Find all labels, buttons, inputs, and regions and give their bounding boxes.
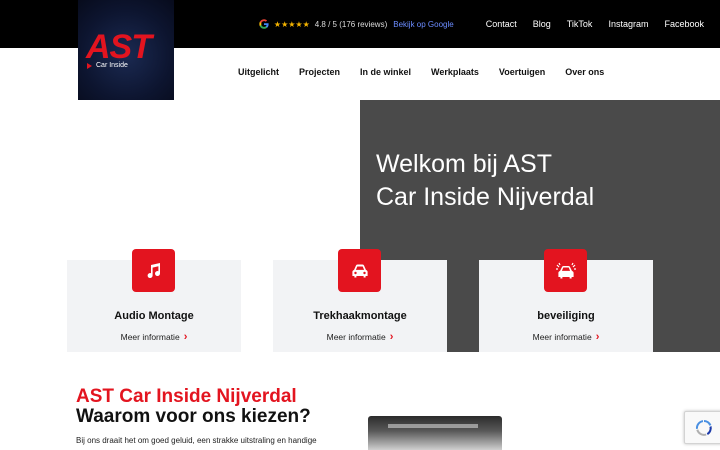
nav-item-over-ons[interactable]: Over ons [565,67,604,77]
nav-item-uitgelicht[interactable]: Uitgelicht [238,67,279,77]
card-more-label: Meer informatie [532,332,592,342]
card-more-link[interactable]: Meer informatie › [479,331,653,343]
recaptcha-icon [695,420,712,436]
google-reviews-link[interactable]: Bekijk op Google [393,20,453,29]
service-card-trekhaak[interactable]: Trekhaakmontage Meer informatie › [273,249,447,352]
chevron-right-icon: › [389,331,394,343]
service-card-audio[interactable]: Audio Montage Meer informatie › [67,249,241,352]
service-card-beveiliging[interactable]: beveiliging Meer informatie › [479,249,653,352]
hero-title: Welkom bij AST Car Inside Nijverdal [376,148,696,214]
rating-stars-icon: ★★★★★ [273,19,310,29]
top-link-blog[interactable]: Blog [533,19,551,29]
top-link-instagram[interactable]: Instagram [608,19,648,29]
ceiling-light [388,424,478,428]
card-more-label: Meer informatie [326,332,386,342]
top-nav: ★★★★★ 4.8 / 5 (176 reviews) Bekijk op Go… [259,0,704,48]
top-link-contact[interactable]: Contact [486,19,517,29]
nav-item-werkplaats[interactable]: Werkplaats [431,67,479,77]
chevron-right-icon: › [183,331,188,343]
recaptcha-badge[interactable] [684,411,720,444]
intro-title: AST Car Inside Nijverdal [76,386,297,407]
page: ★★★★★ 4.8 / 5 (176 reviews) Bekijk op Go… [0,0,720,450]
workshop-photo [368,416,502,450]
main-nav: Uitgelicht Projecten In de winkel Werkpl… [238,67,624,77]
card-title: beveiliging [537,310,595,322]
hero-title-line2: Car Inside Nijverdal [376,183,595,211]
nav-item-projecten[interactable]: Projecten [299,67,340,77]
intro-text: Bij ons draait het om goed geluid, een s… [76,436,317,445]
google-review-widget[interactable]: ★★★★★ 4.8 / 5 (176 reviews) Bekijk op Go… [259,19,454,29]
card-more-label: Meer informatie [120,332,180,342]
top-link-tiktok[interactable]: TikTok [567,19,593,29]
music-note-icon [132,249,175,292]
logo-arrow-icon [87,63,92,69]
nav-item-in-de-winkel[interactable]: In de winkel [360,67,411,77]
top-link-facebook[interactable]: Facebook [664,19,704,29]
car-icon [338,249,381,292]
rating-text: 4.8 / 5 (176 reviews) [314,19,388,29]
chevron-right-icon: › [595,331,600,343]
card-more-link[interactable]: Meer informatie › [67,331,241,343]
card-title: Audio Montage [114,310,194,322]
card-title: Trekhaakmontage [313,310,407,322]
hero-title-line1: Welkom bij AST [376,150,552,178]
card-more-link[interactable]: Meer informatie › [273,331,447,343]
google-icon [259,19,269,29]
logo-subtitle: Car Inside [96,62,128,69]
intro-subtitle: Waarom voor ons kiezen? [76,406,311,427]
car-alarm-icon [544,249,587,292]
site-logo[interactable]: AST Car Inside [78,0,174,100]
nav-item-voertuigen[interactable]: Voertuigen [499,67,545,77]
